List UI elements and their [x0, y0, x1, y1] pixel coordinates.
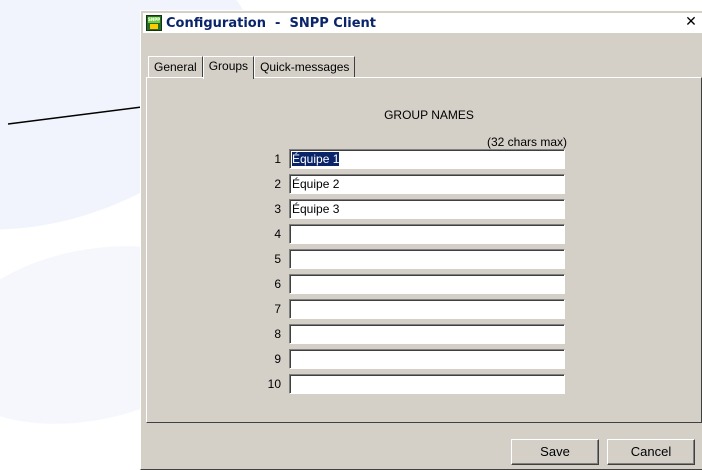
- cancel-button[interactable]: Cancel: [607, 439, 695, 465]
- tab-strip: General Groups Quick-messages: [148, 55, 356, 79]
- snpp-app-icon: SNPP: [146, 15, 162, 31]
- save-button[interactable]: Save: [511, 439, 599, 465]
- tab-groups[interactable]: Groups: [202, 56, 255, 79]
- groups-tab-panel: [146, 77, 702, 423]
- close-icon[interactable]: ✕: [683, 14, 699, 30]
- window-title: Configuration - SNPP Client: [166, 15, 377, 31]
- tab-quick-messages[interactable]: Quick-messages: [254, 56, 356, 77]
- title-bar[interactable]: SNPP Configuration - SNPP Client ✕: [143, 13, 702, 33]
- configuration-dialog: SNPP Configuration - SNPP Client ✕ Gener…: [140, 10, 702, 470]
- tab-general[interactable]: General: [148, 56, 203, 77]
